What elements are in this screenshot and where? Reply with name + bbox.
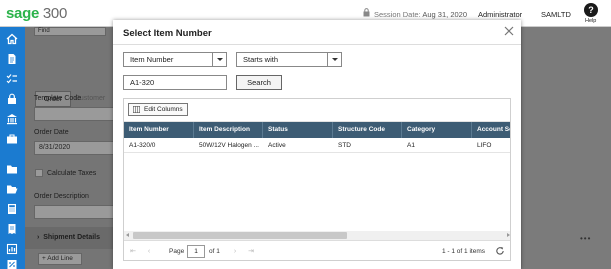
company-menu[interactable]: SAMLTD bbox=[541, 10, 571, 19]
template-code-label: Template Code bbox=[34, 95, 82, 102]
search-button[interactable]: Search bbox=[236, 75, 282, 90]
chevron-down-icon[interactable] bbox=[327, 53, 341, 66]
background-right-panel: ••• bbox=[522, 27, 611, 269]
bank-icon[interactable] bbox=[6, 113, 18, 125]
column-header-account-set[interactable]: Account Se bbox=[472, 122, 510, 138]
column-header-status[interactable]: Status bbox=[263, 122, 333, 138]
pager: ⇤ ‹ Page 1 of 1 › ⇥ 1 - 1 of 1 items bbox=[124, 240, 510, 260]
session-label: Session Date: bbox=[374, 10, 421, 19]
session-date-value: Aug 31, 2020 bbox=[422, 10, 467, 19]
next-page-icon[interactable]: › bbox=[230, 247, 240, 257]
filter-field-value: Item Number bbox=[130, 55, 174, 64]
table-row[interactable]: A1-320/0 50W/12V Halogen ... Active STD … bbox=[124, 138, 510, 153]
previous-page-icon[interactable]: ‹ bbox=[144, 247, 154, 257]
filter-operator-value: Starts with bbox=[243, 55, 279, 64]
lock-icon[interactable] bbox=[6, 93, 18, 105]
sage-logo[interactable]: sage 300 bbox=[6, 5, 67, 22]
calculate-taxes-label: Calculate Taxes bbox=[47, 170, 97, 177]
find-select[interactable]: Find bbox=[34, 27, 106, 36]
filter-field-select[interactable]: Item Number bbox=[123, 52, 227, 67]
grid-header: Item Number Item Description Status Stru… bbox=[124, 122, 510, 138]
folder-open-icon[interactable] bbox=[6, 183, 18, 195]
cell-structure-code: STD bbox=[338, 142, 351, 149]
item-count: 1 - 1 of 1 items bbox=[442, 248, 485, 255]
add-line-label: Add Line bbox=[47, 255, 73, 262]
filter-operator-select[interactable]: Starts with bbox=[236, 52, 342, 67]
user-menu[interactable]: Administrator bbox=[478, 10, 522, 19]
search-input[interactable]: A1-320 bbox=[123, 75, 227, 90]
help-label[interactable]: Help bbox=[585, 18, 596, 24]
cell-item-number: A1-320/0 bbox=[129, 142, 156, 149]
home-icon[interactable] bbox=[6, 33, 18, 45]
order-date-label: Order Date bbox=[34, 129, 69, 136]
close-icon[interactable] bbox=[503, 25, 515, 37]
cell-category: A1 bbox=[407, 142, 415, 149]
lock-icon bbox=[363, 8, 370, 17]
select-item-dialog: Select Item Number Item Number Starts wi… bbox=[113, 20, 521, 269]
first-page-icon[interactable]: ⇤ bbox=[128, 247, 138, 257]
percent-icon[interactable] bbox=[6, 259, 18, 269]
chart-icon[interactable] bbox=[6, 243, 18, 255]
page-total-label: of 1 bbox=[209, 248, 220, 255]
refresh-icon[interactable] bbox=[495, 246, 505, 256]
page-number-input[interactable]: 1 bbox=[187, 245, 205, 258]
order-date-input[interactable]: 8/31/2020 bbox=[34, 141, 114, 155]
chevron-down-icon[interactable] bbox=[212, 53, 226, 66]
template-code-input[interactable] bbox=[34, 107, 114, 121]
item-grid: Edit Columns Item Number Item Descriptio… bbox=[123, 98, 511, 261]
scrollbar-thumb[interactable] bbox=[133, 232, 347, 239]
document-icon[interactable] bbox=[6, 53, 18, 65]
cell-account-set: LIFO bbox=[477, 142, 492, 149]
scroll-left-icon[interactable] bbox=[126, 233, 129, 237]
add-line-button[interactable]: + Add Line bbox=[38, 253, 82, 265]
dialog-divider bbox=[113, 44, 521, 45]
edit-columns-button[interactable]: Edit Columns bbox=[128, 103, 188, 116]
page-label: Page bbox=[169, 248, 185, 255]
edit-columns-label: Edit Columns bbox=[144, 106, 183, 113]
more-icon[interactable]: ••• bbox=[580, 234, 591, 243]
horizontal-scrollbar[interactable] bbox=[124, 231, 510, 240]
logo-brand: sage bbox=[6, 5, 39, 22]
scroll-right-icon[interactable] bbox=[507, 233, 510, 237]
order-description-input[interactable] bbox=[34, 205, 114, 219]
session-date: Session Date: Aug 31, 2020 bbox=[374, 10, 467, 19]
calculator-icon[interactable] bbox=[6, 203, 18, 215]
columns-icon bbox=[133, 106, 140, 113]
cell-status: Active bbox=[268, 142, 286, 149]
left-nav bbox=[0, 27, 25, 269]
last-page-icon[interactable]: ⇥ bbox=[246, 247, 256, 257]
cell-item-description: 50W/12V Halogen ... bbox=[199, 142, 259, 149]
shipment-details-toggle[interactable]: › Shipment Details bbox=[37, 234, 100, 241]
column-header-item-number[interactable]: Item Number bbox=[124, 122, 194, 138]
column-header-category[interactable]: Category bbox=[402, 122, 472, 138]
order-description-label: Order Description bbox=[34, 193, 89, 200]
receipt-icon[interactable] bbox=[6, 223, 18, 235]
column-header-item-description[interactable]: Item Description bbox=[194, 122, 263, 138]
list-check-icon[interactable] bbox=[6, 73, 18, 85]
dialog-title: Select Item Number bbox=[123, 28, 212, 39]
help-icon[interactable]: ? bbox=[584, 3, 598, 17]
column-header-structure-code[interactable]: Structure Code bbox=[333, 122, 402, 138]
calculate-taxes-checkbox[interactable] bbox=[35, 169, 43, 177]
logo-version: 300 bbox=[42, 5, 68, 22]
shipment-details-label: Shipment Details bbox=[43, 234, 101, 241]
folder-icon[interactable] bbox=[6, 163, 18, 175]
briefcase-icon[interactable] bbox=[6, 133, 18, 145]
grid-toolbar: Edit Columns bbox=[124, 99, 510, 122]
